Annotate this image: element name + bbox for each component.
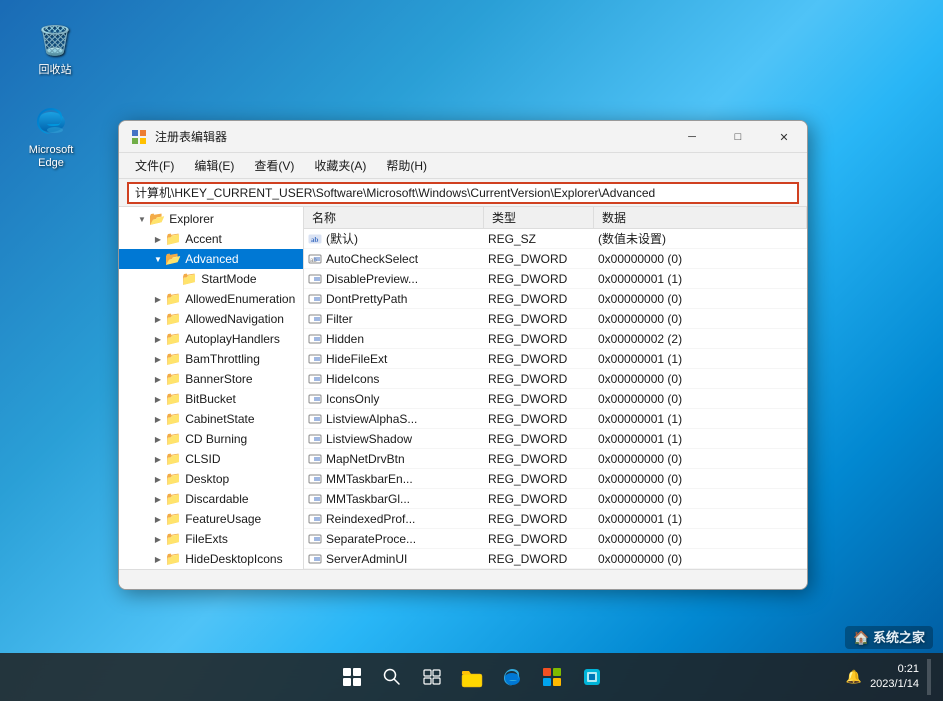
tree-item-desktop2[interactable]: ▶ 📁 Desktop [119, 469, 303, 489]
reg-dword-icon-10 [308, 432, 322, 446]
maximize-button[interactable]: □ [715, 121, 761, 153]
clock-time: 0:21 [870, 662, 919, 677]
edge-taskbar-button[interactable] [494, 659, 530, 695]
value-row-separateproce[interactable]: SeparateProce... REG_DWORD 0x00000000 (0… [304, 529, 807, 549]
svg-text:ab: ab [311, 236, 319, 244]
tree-item-cabinetstate[interactable]: ▶ 📁 CabinetState [119, 409, 303, 429]
col-name-header[interactable]: 名称 [304, 207, 484, 228]
menu-help[interactable]: 帮助(H) [378, 154, 435, 177]
minimize-button[interactable]: ─ [669, 121, 715, 153]
value-row-mmtasKbaren[interactable]: MMTaskbarEn... REG_DWORD 0x00000000 (0) [304, 469, 807, 489]
app-icon [131, 129, 147, 145]
value-row-hidden[interactable]: Hidden REG_DWORD 0x00000002 (2) [304, 329, 807, 349]
tree-item-hidedesktopicons[interactable]: ▶ 📁 HideDesktopIcons [119, 549, 303, 569]
value-row-listviewshadow[interactable]: ListviewShadow REG_DWORD 0x00000001 (1) [304, 429, 807, 449]
value-row-hidefileext[interactable]: HideFileExt REG_DWORD 0x00000001 (1) [304, 349, 807, 369]
values-panel: 名称 类型 数据 ab (默认) REG_SZ (数值未设置) [304, 207, 807, 569]
tree-item-bannerstore[interactable]: ▶ 📁 BannerStore [119, 369, 303, 389]
reg-dword-icon-9 [308, 412, 322, 426]
window-controls: ─ □ ✕ [669, 121, 807, 153]
reg-dword-icon-14 [308, 512, 322, 526]
value-row-serveradminui[interactable]: ServerAdminUI REG_DWORD 0x00000000 (0) [304, 549, 807, 569]
recycle-bin-label: 回收站 [39, 64, 72, 77]
value-row-dontprettypath[interactable]: DontPrettyPath REG_DWORD 0x00000000 (0) [304, 289, 807, 309]
reg-dword-icon-2 [308, 272, 322, 286]
menu-bar: 文件(F) 编辑(E) 查看(V) 收藏夹(A) 帮助(H) [119, 153, 807, 179]
watermark: 🏠 系统之家 [845, 627, 933, 646]
reg-dword-icon-7 [308, 372, 322, 386]
edge-image [31, 100, 71, 140]
show-desktop-button[interactable] [927, 659, 931, 695]
status-bar [119, 569, 807, 589]
registry-editor-window: 注册表编辑器 ─ □ ✕ 文件(F) 编辑(E) 查看(V) 收藏夹(A) 帮助… [118, 120, 808, 590]
explorer-taskbar-button[interactable] [454, 659, 490, 695]
tree-item-featureusage[interactable]: ▶ 📁 FeatureUsage [119, 509, 303, 529]
taskbar: 🔔 0:21 2023/1/14 [0, 653, 943, 701]
menu-view[interactable]: 查看(V) [246, 154, 302, 177]
close-button[interactable]: ✕ [761, 121, 807, 153]
tree-item-cdburning[interactable]: ▶ 📁 CD Burning [119, 429, 303, 449]
value-row-mapnetdrvbtn[interactable]: MapNetDrvBtn REG_DWORD 0x00000000 (0) [304, 449, 807, 469]
value-row-hideicons[interactable]: HideIcons REG_DWORD 0x00000000 (0) [304, 369, 807, 389]
tree-item-accent[interactable]: ▶ 📁 Accent [119, 229, 303, 249]
app-taskbar-button[interactable] [574, 659, 610, 695]
reg-dword-icon-11 [308, 452, 322, 466]
col-type-header[interactable]: 类型 [484, 207, 594, 228]
values-header: 名称 类型 数据 [304, 207, 807, 229]
tree-item-discardable[interactable]: ▶ 📁 Discardable [119, 489, 303, 509]
tree-item-allowedenumeration[interactable]: ▶ 📁 AllowedEnumeration [119, 289, 303, 309]
reg-dword-icon-16 [308, 552, 322, 566]
tree-item-allowednavigation[interactable]: ▶ 📁 AllowedNavigation [119, 309, 303, 329]
tree-item-advanced[interactable]: ▼ 📂 Advanced [119, 249, 303, 269]
menu-file[interactable]: 文件(F) [127, 154, 182, 177]
address-bar [119, 179, 807, 207]
search-button[interactable] [374, 659, 410, 695]
edge-label: MicrosoftEdge [29, 144, 74, 170]
value-row-iconsonly[interactable]: IconsOnly REG_DWORD 0x00000000 (0) [304, 389, 807, 409]
clock-date: 2023/1/14 [870, 677, 919, 692]
reg-dword-icon-1: ab [308, 252, 322, 266]
tree-panel: ▼ 📂 Explorer ▶ 📁 Accent ▼ 📂 Advanced [119, 207, 304, 569]
tree-item-autoplayhandlers[interactable]: ▶ 📁 AutoplayHandlers [119, 329, 303, 349]
tree-item-bitbucket[interactable]: ▶ 📁 BitBucket [119, 389, 303, 409]
menu-favorites[interactable]: 收藏夹(A) [306, 154, 374, 177]
taskbar-clock[interactable]: 0:21 2023/1/14 [870, 662, 919, 693]
reg-dword-icon-13 [308, 492, 322, 506]
content-area: ▼ 📂 Explorer ▶ 📁 Accent ▼ 📂 Advanced [119, 207, 807, 569]
taskbar-center [334, 659, 610, 695]
edge-desktop-icon[interactable]: MicrosoftEdge [16, 100, 86, 170]
tree-item-clsid[interactable]: ▶ 📁 CLSID [119, 449, 303, 469]
address-input[interactable] [127, 182, 799, 204]
reg-dword-icon-4 [308, 312, 322, 326]
reg-dword-icon-3 [308, 292, 322, 306]
recycle-bin-icon[interactable]: 🗑️ 回收站 [20, 20, 90, 77]
reg-string-icon: ab [308, 232, 322, 246]
tree-item-fileexts[interactable]: ▶ 📁 FileExts [119, 529, 303, 549]
start-button[interactable] [334, 659, 370, 695]
menu-edit[interactable]: 编辑(E) [186, 154, 242, 177]
value-row-mmtaskbargl[interactable]: MMTaskbarGl... REG_DWORD 0x00000000 (0) [304, 489, 807, 509]
value-row-filter[interactable]: Filter REG_DWORD 0x00000000 (0) [304, 309, 807, 329]
taskbar-right: 🔔 0:21 2023/1/14 [846, 659, 931, 695]
notification-icon[interactable]: 🔔 [846, 669, 862, 685]
reg-dword-icon-15 [308, 532, 322, 546]
reg-dword-icon-12 [308, 472, 322, 486]
value-row-disablepreview[interactable]: DisablePreview... REG_DWORD 0x00000001 (… [304, 269, 807, 289]
value-row-reindexedprof[interactable]: ReindexedProf... REG_DWORD 0x00000001 (1… [304, 509, 807, 529]
tree-item-bamthrottling[interactable]: ▶ 📁 BamThrottling [119, 349, 303, 369]
value-row-default[interactable]: ab (默认) REG_SZ (数值未设置) [304, 229, 807, 249]
title-bar: 注册表编辑器 ─ □ ✕ [119, 121, 807, 153]
taskview-button[interactable] [414, 659, 450, 695]
value-row-listviewalphas[interactable]: ListviewAlphaS... REG_DWORD 0x00000001 (… [304, 409, 807, 429]
tree-item-explorer[interactable]: ▼ 📂 Explorer [119, 209, 303, 229]
store-taskbar-button[interactable] [534, 659, 570, 695]
reg-dword-icon-6 [308, 352, 322, 366]
recycle-bin-image: 🗑️ [35, 20, 75, 60]
reg-dword-icon-8 [308, 392, 322, 406]
col-data-header[interactable]: 数据 [594, 207, 807, 228]
tree-item-startmode[interactable]: 📁 StartMode [119, 269, 303, 289]
value-row-autochecksele[interactable]: ab AutoCheckSelect REG_DWORD 0x00000000 … [304, 249, 807, 269]
reg-dword-icon-5 [308, 332, 322, 346]
